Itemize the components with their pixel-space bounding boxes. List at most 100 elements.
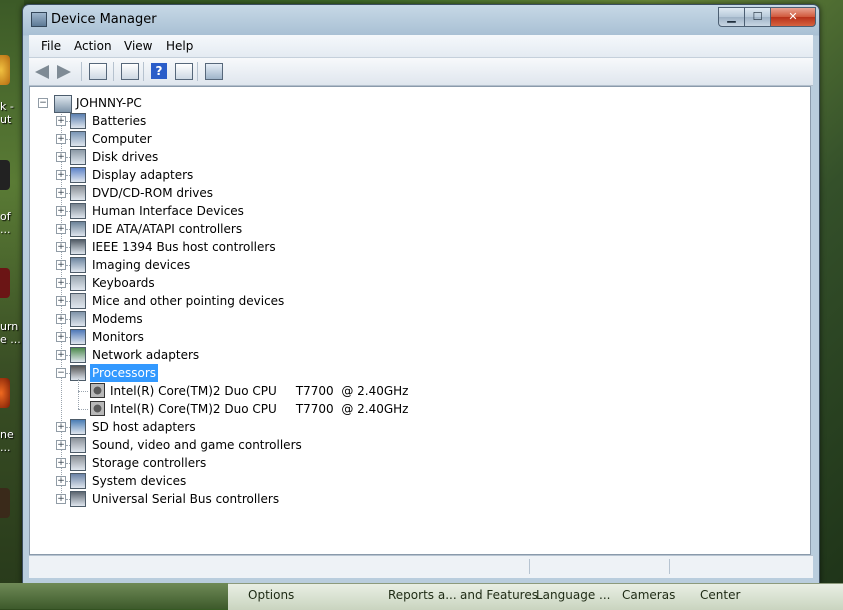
tree-category-label: System devices	[92, 474, 187, 488]
tree-category-row[interactable]: + Computer	[30, 130, 430, 148]
expand-expander[interactable]: +	[56, 278, 66, 288]
tree-category-row[interactable]: + Batteries	[30, 112, 430, 130]
desktop-shortcut-label: ne ...	[0, 428, 14, 454]
device-category-icon	[70, 113, 86, 129]
taskbar-item[interactable]: Language ...	[536, 588, 610, 602]
status-cell	[529, 559, 531, 574]
expand-expander[interactable]: +	[56, 134, 66, 144]
tree-category-label: Universal Serial Bus controllers	[92, 492, 280, 506]
tree-category-label: Computer	[92, 132, 152, 146]
menu-action[interactable]: Action	[74, 39, 112, 53]
close-button[interactable]: ✕	[770, 7, 816, 27]
toolbar-separator	[197, 62, 198, 81]
taskbar-item[interactable]: Center	[700, 588, 740, 602]
tree-category-row[interactable]: + IDE ATA/ATAPI controllers	[30, 220, 430, 238]
maximize-button[interactable]: ☐	[744, 7, 771, 27]
help-icon[interactable]: ?	[151, 63, 167, 79]
taskbar-item[interactable]: Reports a...	[388, 588, 457, 602]
tree-category-row[interactable]: + Monitors	[30, 328, 430, 346]
tree-category-label: Display adapters	[92, 168, 194, 182]
tree-root[interactable]: − JOHNNY-PC	[38, 94, 238, 113]
expand-expander[interactable]: +	[56, 350, 66, 360]
toolbar-separator	[81, 62, 82, 81]
menu-file[interactable]: File	[41, 39, 61, 53]
expand-expander[interactable]: +	[56, 476, 66, 486]
tree-device-row[interactable]: Intel(R) Core(TM)2 Duo CPU T7700 @ 2.40G…	[30, 400, 430, 418]
expand-expander[interactable]: +	[56, 260, 66, 270]
tree-category-row[interactable]: + Keyboards	[30, 274, 430, 292]
tree-category-label: Modems	[92, 312, 143, 326]
device-category-icon	[70, 185, 86, 201]
processor-icon	[90, 401, 105, 416]
minimize-button[interactable]: ▁	[718, 7, 745, 27]
tree-connector	[78, 391, 88, 392]
tree-category-row[interactable]: + IEEE 1394 Bus host controllers	[30, 238, 430, 256]
device-category-icon	[70, 419, 86, 435]
tree-category-row[interactable]: + Sound, video and game controllers	[30, 436, 430, 454]
tree-category-label: Mice and other pointing devices	[92, 294, 285, 308]
tree-category-row[interactable]: + DVD/CD-ROM drives	[30, 184, 430, 202]
menu-help[interactable]: Help	[166, 39, 193, 53]
tree-category-row[interactable]: + System devices	[30, 472, 430, 490]
device-category-icon	[70, 491, 86, 507]
show-action-pane-icon[interactable]	[175, 63, 193, 80]
device-category-icon	[70, 257, 86, 273]
taskbar-item[interactable]: Options	[248, 588, 294, 602]
device-category-icon	[70, 293, 86, 309]
expand-expander[interactable]: +	[56, 332, 66, 342]
menu-view[interactable]: View	[124, 39, 152, 53]
tree-category-row[interactable]: + Network adapters	[30, 346, 430, 364]
tree-category-row[interactable]: − Processors	[30, 364, 430, 382]
tree-category-row[interactable]: + SD host adapters	[30, 418, 430, 436]
expand-expander[interactable]: +	[56, 224, 66, 234]
computer-icon	[54, 95, 72, 113]
expand-expander[interactable]: +	[56, 296, 66, 306]
expand-expander[interactable]: +	[56, 170, 66, 180]
tree-category-row[interactable]: + Mice and other pointing devices	[30, 292, 430, 310]
tree-category-row[interactable]: + Display adapters	[30, 166, 430, 184]
desktop-shortcut-icon[interactable]	[0, 55, 10, 85]
title-bar[interactable]: Device Manager ▁ ☐ ✕	[23, 5, 819, 35]
expand-expander[interactable]: +	[56, 314, 66, 324]
tree-category-row[interactable]: + Disk drives	[30, 148, 430, 166]
expand-expander[interactable]: +	[56, 494, 66, 504]
tree-category-row[interactable]: + Storage controllers	[30, 454, 430, 472]
forward-arrow-icon[interactable]	[57, 63, 73, 79]
expand-expander[interactable]: +	[56, 188, 66, 198]
toolbar: ?	[29, 58, 813, 86]
device-category-icon	[70, 239, 86, 255]
taskbar-item[interactable]: and Features	[460, 588, 538, 602]
taskbar-item[interactable]: Cameras	[622, 588, 675, 602]
desktop-shortcut-icon[interactable]	[0, 268, 10, 298]
properties-icon[interactable]	[121, 63, 139, 80]
expand-expander[interactable]: +	[56, 458, 66, 468]
desktop-shortcut-icon[interactable]	[0, 160, 10, 190]
collapse-expander[interactable]: −	[56, 368, 66, 378]
tree-category-row[interactable]: + Modems	[30, 310, 430, 328]
expand-expander[interactable]: +	[56, 206, 66, 216]
desktop-shortcut-icon[interactable]	[0, 378, 10, 408]
scan-hardware-icon[interactable]	[205, 63, 223, 80]
expand-expander[interactable]: +	[56, 116, 66, 126]
tree-device-row[interactable]: Intel(R) Core(TM)2 Duo CPU T7700 @ 2.40G…	[30, 382, 430, 400]
device-tree[interactable]: − JOHNNY-PC + Batteries + Computer + Disk dri…	[29, 86, 811, 555]
collapse-expander[interactable]: −	[38, 98, 48, 108]
tree-category-label: Processors	[90, 364, 159, 382]
expand-expander[interactable]: +	[56, 242, 66, 252]
expand-expander[interactable]: +	[56, 422, 66, 432]
device-category-icon	[70, 437, 86, 453]
tree-root-label: JOHNNY-PC	[76, 96, 142, 110]
expand-expander[interactable]: +	[56, 152, 66, 162]
tree-category-label: Monitors	[92, 330, 144, 344]
desktop-shortcut-icon[interactable]	[0, 488, 10, 518]
device-category-icon	[70, 329, 86, 345]
tree-category-row[interactable]: + Human Interface Devices	[30, 202, 430, 220]
device-category-icon	[70, 131, 86, 147]
tree-device-label: Intel(R) Core(TM)2 Duo CPU T7700 @ 2.40G…	[110, 402, 409, 416]
tree-category-row[interactable]: + Imaging devices	[30, 256, 430, 274]
tree-category-row[interactable]: + Universal Serial Bus controllers	[30, 490, 430, 508]
show-hide-console-tree-icon[interactable]	[89, 63, 107, 80]
desktop-shortcut-label: k - ut	[0, 100, 14, 126]
back-arrow-icon[interactable]	[35, 63, 51, 79]
expand-expander[interactable]: +	[56, 440, 66, 450]
